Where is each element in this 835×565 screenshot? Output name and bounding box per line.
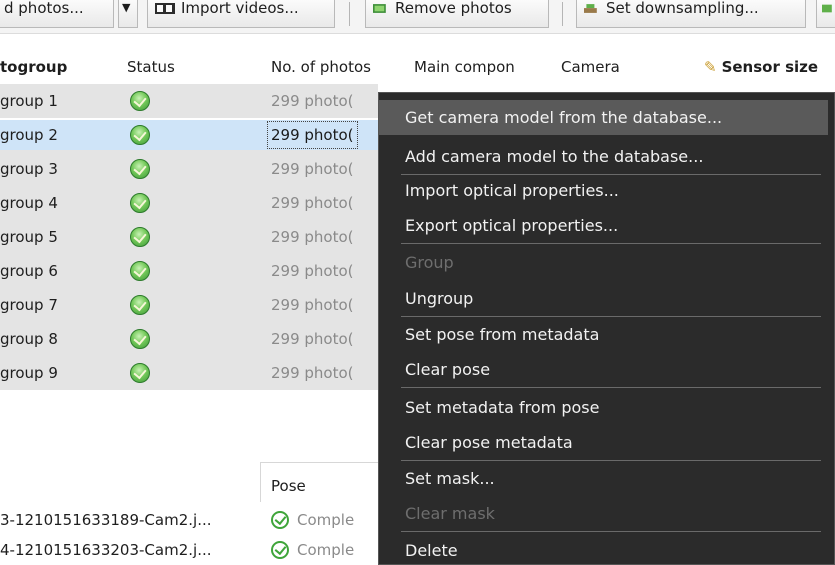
add-photos-button[interactable]: d photos... [0,0,114,28]
photogroup-name: group 7 [0,296,58,314]
status-cell [130,186,150,220]
menu-separator [401,387,821,388]
photo-file-name: 4-1210151633203-Cam2.j... [0,541,212,559]
header-label: Sensor size [721,58,819,76]
menu-item-export-optical-properties[interactable]: Export optical properties... [379,208,828,243]
photos-count: 299 photo( [271,194,354,212]
import-videos-button[interactable]: Import videos... [147,0,335,28]
photogroup-name: group 4 [0,194,58,212]
check-circle-icon [130,295,150,315]
status-cell [130,152,150,186]
menu-item-ungroup[interactable]: Ungroup [379,281,828,316]
column-header-main-component[interactable]: Main compon [414,50,554,84]
add-photos-dropdown[interactable]: ▼ [118,0,138,28]
pose-cell: Comple [271,535,354,565]
check-circle-icon [130,363,150,383]
column-header-status[interactable]: Status [127,50,257,84]
remove-photos-icon [373,4,386,13]
check-circle-icon [271,511,289,529]
status-cell [130,322,150,356]
check-circle-icon [130,329,150,349]
photogroup-name: group 5 [0,228,58,246]
pose-status: Comple [297,511,355,529]
check-circle-icon [271,541,289,559]
status-cell [130,254,150,288]
photogroup-name: group 6 [0,262,58,280]
menu-item-clear-pose[interactable]: Clear pose [379,352,828,387]
photos-count: 299 photo( [271,330,354,348]
menu-item-set-mask[interactable]: Set mask... [379,461,828,496]
add-photos-label: d photos... [4,0,84,17]
header-label: togroup [0,58,68,76]
column-header-sensor-size[interactable]: ✎ Sensor size [704,50,835,84]
check-circle-icon [130,261,150,281]
menu-item-delete[interactable]: Delete [379,533,828,565]
remove-photos-label: Remove photos [395,0,512,17]
header-divider [260,462,380,463]
photogroup-name: group 8 [0,330,58,348]
column-header-photos[interactable]: No. of photos [271,50,411,84]
status-cell [130,288,150,322]
menu-item-import-optical-properties[interactable]: Import optical properties... [379,173,828,208]
photogroup-name: group 9 [0,364,58,382]
photos-count: 299 photo( [271,262,354,280]
status-cell [130,84,150,118]
photo-file-name: 3-1210151633189-Cam2.j... [0,511,212,529]
toolbar: d photos... ▼ Import videos... Remove ph… [0,0,835,34]
menu-item-get-camera-model[interactable]: Get camera model from the database... [379,100,828,135]
menu-item-set-pose-from-metadata[interactable]: Set pose from metadata [379,317,828,352]
menu-item-set-metadata-from-pose[interactable]: Set metadata from pose [379,390,828,425]
menu-item-group: Group [405,253,454,272]
photos-count: 299 photo( [271,364,354,382]
toolbar-overflow-button[interactable] [816,0,835,28]
menu-item-clear-mask: Clear mask [405,504,495,523]
check-circle-icon [130,193,150,213]
status-cell [130,220,150,254]
photogroup-name: group 2 [0,126,58,144]
set-downsampling-label: Set downsampling... [606,0,759,17]
remove-photos-button[interactable]: Remove photos [365,0,549,28]
status-cell [130,356,150,390]
check-circle-icon [130,159,150,179]
header-divider [260,462,261,502]
pencil-icon: ✎ [704,58,717,76]
header-label: No. of photos [271,58,371,76]
pose-cell: Comple [271,505,354,535]
pose-status: Comple [297,541,355,559]
check-circle-icon [130,91,150,111]
header-label: Camera [561,58,620,76]
film-icon [155,3,175,14]
toolbar-separator [349,2,350,26]
photos-count: 299 photo( [267,121,358,149]
toolbar-separator [562,2,563,26]
menu-item-clear-pose-metadata[interactable]: Clear pose metadata [379,425,828,460]
column-header-camera[interactable]: Camera [561,50,691,84]
set-downsampling-button[interactable]: Set downsampling... [576,0,806,28]
menu-separator [401,243,821,244]
photos-count: 299 photo( [271,160,354,178]
check-circle-icon [130,125,150,145]
check-circle-icon [130,227,150,247]
photogroup-name: group 3 [0,160,58,178]
dropdown-arrow-icon: ▼ [122,1,131,14]
menu-item-add-camera-model[interactable]: Add camera model to the database... [379,139,828,174]
photogroup-name: group 1 [0,92,58,110]
downsampling-icon [584,4,597,13]
header-label: Status [127,58,175,76]
column-header-photogroup[interactable]: togroup [0,50,120,84]
photos-count: 299 photo( [271,228,354,246]
import-videos-label: Import videos... [181,0,299,17]
green-tool-icon [822,4,832,13]
photos-count: 299 photo( [271,92,354,110]
menu-separator [401,531,821,532]
header-label: Main compon [414,58,515,76]
column-header-pose[interactable]: Pose [271,471,306,501]
status-cell [130,118,150,152]
context-menu: Get camera model from the database... Ad… [378,92,835,565]
photos-count: 299 photo( [271,296,354,314]
